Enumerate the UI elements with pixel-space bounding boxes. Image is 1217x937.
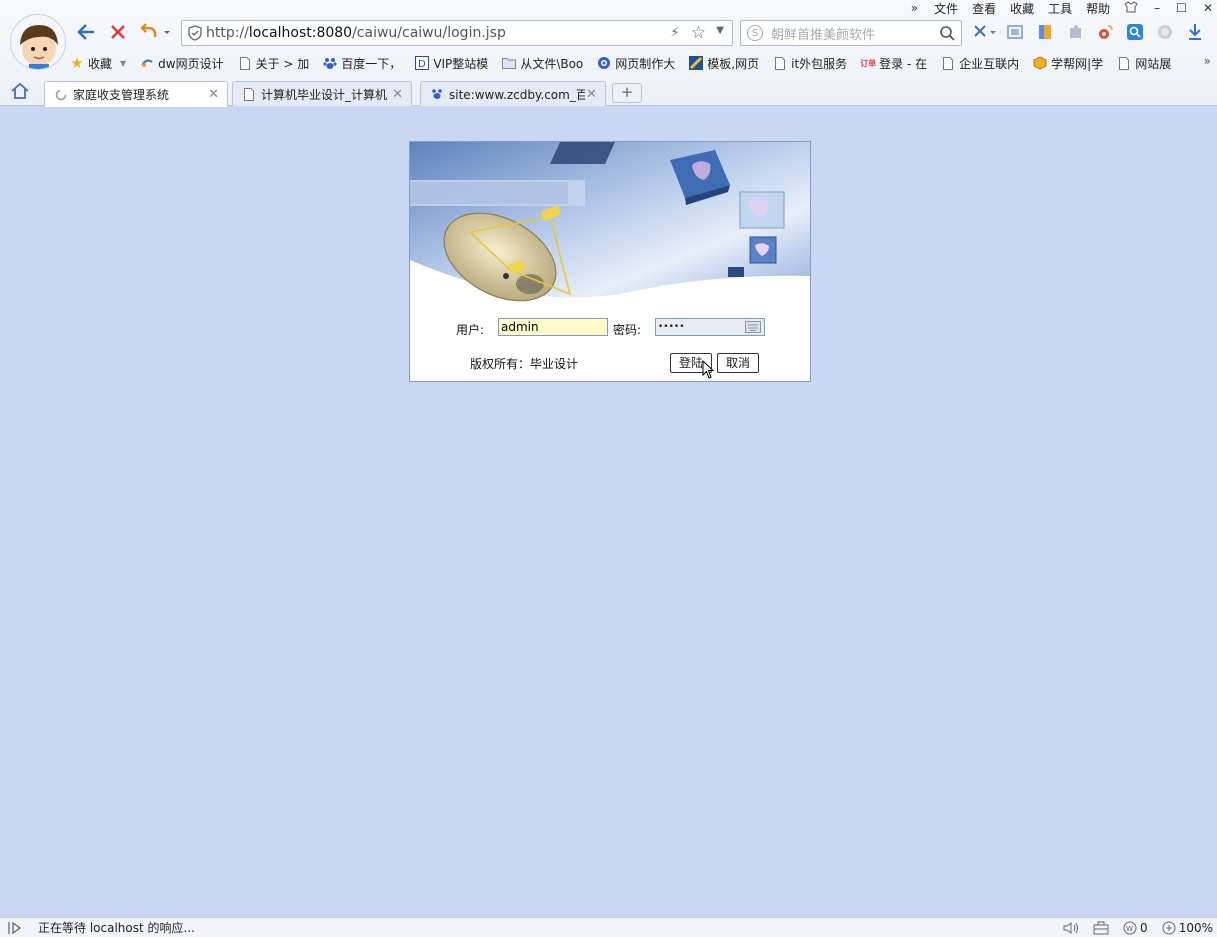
toolbox-icon[interactable] (1093, 921, 1109, 935)
template-icon (689, 56, 704, 70)
dropdown-small-icon: ▼ (120, 58, 127, 68)
more-bookmarks-chevron-icon[interactable]: » (1204, 54, 1211, 68)
tab-site-search[interactable]: site:www.zcdby.com_百 ✕ (420, 81, 606, 106)
extension-puzzle-icon[interactable] (1060, 21, 1090, 43)
shield-icon (188, 25, 202, 41)
bookmark-item[interactable]: 网页制作大 (597, 55, 675, 72)
bookmark-item[interactable]: ★ 收藏 ▼ (70, 54, 127, 72)
menu-tools[interactable]: 工具 (1048, 0, 1072, 17)
skin-shirt-icon[interactable] (1124, 0, 1138, 16)
lightning-icon[interactable]: ⚡ (670, 25, 680, 41)
svg-text:D: D (418, 59, 426, 70)
baidu-paw-icon (323, 56, 337, 70)
url-text: http://localhost:8080/caiwu/caiwu/login.… (206, 25, 506, 41)
globe-gray-icon[interactable] (1150, 21, 1180, 43)
stop-loading-icon[interactable] (106, 20, 130, 44)
back-arrow-icon[interactable] (74, 20, 98, 44)
red-logo-icon: 订单 (860, 58, 877, 68)
bookmark-item[interactable]: it外包服务 (773, 55, 847, 72)
bookmark-item[interactable]: 百度一下， (323, 55, 401, 72)
bookmark-item[interactable]: 企业互联内 (941, 55, 1019, 72)
tab-home-finance[interactable]: 家庭收支管理系统 ✕ (44, 81, 228, 107)
cube-icon (1033, 56, 1047, 70)
status-message: 正在等待 localhost 的响应... (38, 921, 195, 935)
search-box[interactable]: S 朝鲜首推美颜软件 (740, 20, 962, 46)
vip-icon: D (415, 56, 430, 70)
home-icon[interactable] (10, 82, 32, 102)
scissors-icon[interactable] (970, 21, 1000, 43)
mouse-cursor-icon (702, 359, 716, 383)
bookmark-folder-icon[interactable] (1030, 21, 1060, 43)
dropdown-arrow-icon[interactable]: ▼ (716, 25, 724, 36)
zoom-control[interactable]: 100% (1162, 921, 1213, 935)
menu-favorites[interactable]: 收藏 (1010, 0, 1034, 17)
star-icon: ★ (70, 54, 84, 72)
browser-chrome: » 文件 查看 收藏 工具 帮助 – ☐ ✕ http://localhost:… (0, 0, 1217, 107)
satellite-banner-image (410, 142, 810, 302)
toolbar-icons (970, 21, 1210, 43)
password-input[interactable]: ••••• (655, 318, 765, 336)
ad-block-icon[interactable]: W0 (1123, 921, 1148, 935)
bookmark-item[interactable]: 订单 登录 - 在 (860, 55, 927, 72)
page-icon (941, 56, 955, 70)
search-input[interactable]: 朝鲜首推美颜软件 (771, 24, 875, 43)
bookmark-item[interactable]: dw网页设计 (140, 55, 224, 72)
status-bar: 正在等待 localhost 的响应... W0 100% (0, 917, 1217, 937)
close-window-icon[interactable]: ✕ (1203, 1, 1213, 15)
sogou-s-icon: S (747, 25, 763, 41)
page-icon (238, 56, 252, 70)
user-avatar[interactable] (10, 14, 66, 70)
close-tab-icon[interactable]: ✕ (586, 87, 597, 102)
menu-file[interactable]: 文件 (934, 0, 958, 17)
bookmark-item[interactable]: D VIP整站模 (415, 55, 488, 72)
svg-text:W: W (1126, 925, 1133, 933)
close-tab-icon[interactable]: ✕ (392, 87, 403, 102)
search-icon[interactable] (939, 25, 955, 44)
browser-menu-bar: » 文件 查看 收藏 工具 帮助 – ☐ ✕ (911, 0, 1217, 16)
screenshot-icon[interactable] (1000, 21, 1030, 43)
undo-close-tab-icon[interactable] (138, 20, 174, 44)
login-panel: 用户: 密码: ••••• 版权所有：毕业设计 登陆 取消 (409, 141, 811, 382)
baidu-paw-icon (431, 88, 443, 100)
keyboard-icon[interactable] (745, 321, 761, 339)
maximize-icon[interactable]: ☐ (1176, 1, 1187, 15)
menu-help[interactable]: 帮助 (1086, 0, 1110, 17)
weibo-icon[interactable] (1090, 21, 1120, 43)
bookmarks-bar: ★ 收藏 ▼ dw网页设计 关于 > 加 百度一下， D VIP整站模 从文件\… (70, 52, 1217, 74)
page-icon (1117, 56, 1131, 70)
more-chevron-icon[interactable]: » (911, 1, 918, 15)
minimize-icon[interactable]: – (1154, 1, 1160, 15)
sidebar-toggle-icon[interactable] (8, 921, 22, 937)
bookmark-item[interactable]: 从文件\Boo (502, 55, 583, 72)
tab-graduation-design[interactable]: 计算机毕业设计_计算机 ✕ (232, 81, 412, 106)
tab-strip: 家庭收支管理系统 ✕ 计算机毕业设计_计算机 ✕ site:www.zcdby.… (0, 79, 1217, 107)
page-icon (773, 56, 787, 70)
speaker-icon[interactable] (1063, 921, 1079, 935)
password-label: 密码: (613, 323, 642, 337)
new-tab-button[interactable]: + (612, 83, 642, 103)
bookmark-item[interactable]: 网站展 (1117, 55, 1171, 72)
copyright-text: 版权所有：毕业设计 (470, 357, 579, 371)
username-label: 用户: (456, 323, 485, 337)
page-icon (243, 87, 255, 101)
folder-icon (502, 56, 517, 70)
bookmark-item[interactable]: 学帮网|学 (1033, 55, 1103, 72)
download-icon[interactable] (1180, 21, 1210, 43)
address-bar[interactable]: http://localhost:8080/caiwu/caiwu/login.… (181, 20, 733, 46)
menu-view[interactable]: 查看 (972, 0, 996, 17)
star-bookmark-icon[interactable]: ☆ (691, 23, 706, 43)
magnifier-app-icon[interactable] (1120, 21, 1150, 43)
ad-block-count: 0 (1140, 921, 1148, 935)
link-icon (140, 56, 154, 70)
username-input[interactable] (498, 318, 608, 336)
bookmark-item[interactable]: 模板,网页 (689, 55, 759, 72)
globe-icon (597, 56, 611, 70)
loading-spinner-icon (55, 89, 67, 101)
bookmark-item[interactable]: 关于 > 加 (238, 55, 309, 72)
cancel-button[interactable]: 取消 (717, 353, 759, 373)
close-tab-icon[interactable]: ✕ (208, 87, 219, 102)
